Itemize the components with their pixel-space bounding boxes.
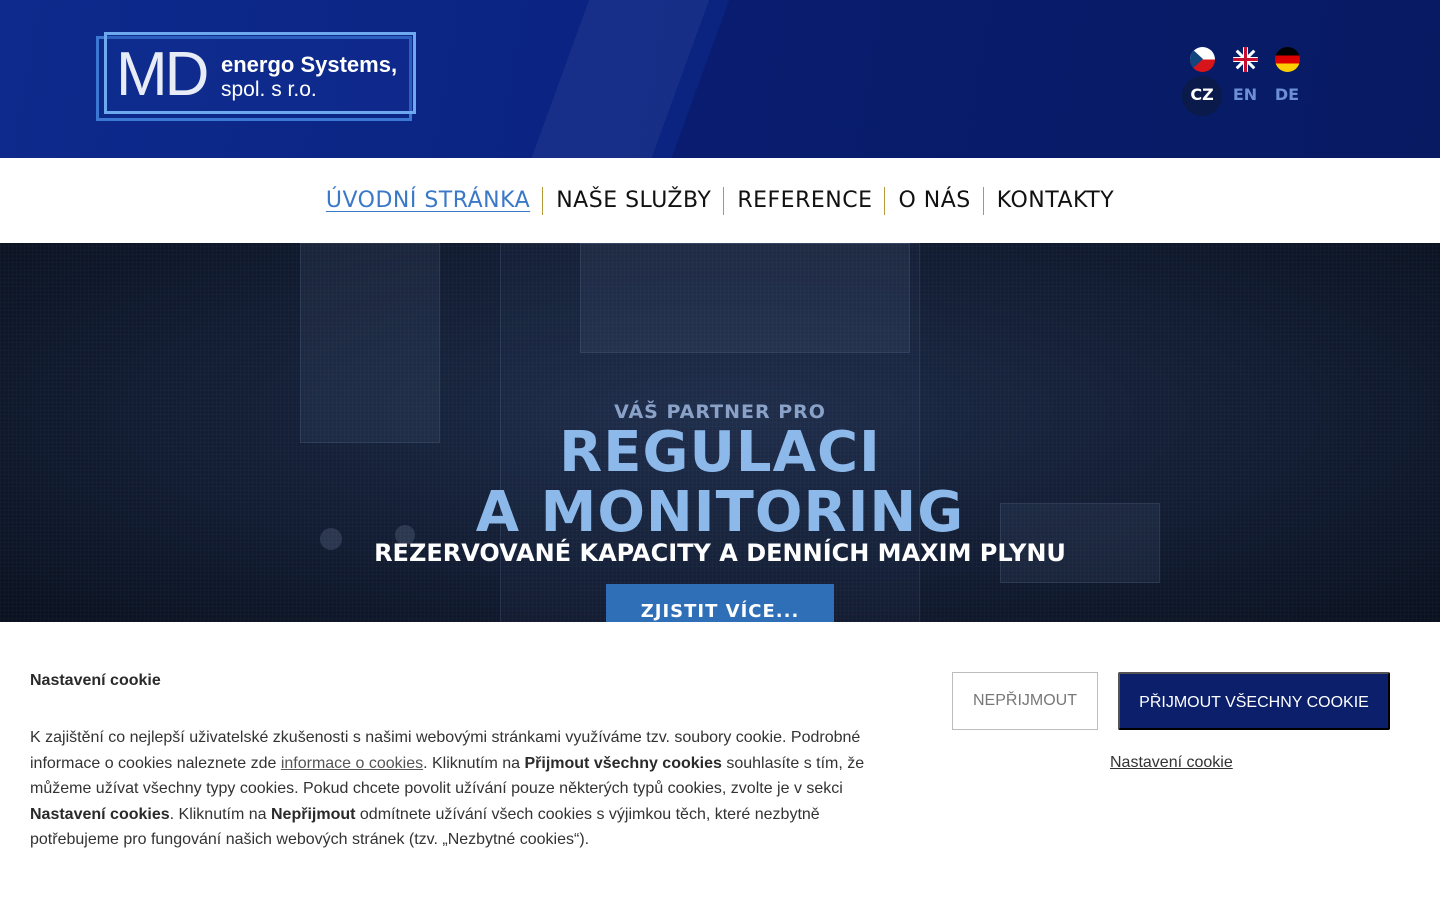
language-en[interactable]: EN <box>1225 44 1265 116</box>
hero-content: VÁŠ PARTNER PRO REGULACI A MONITORING RE… <box>0 243 1440 623</box>
german-flag-icon[interactable] <box>1275 47 1300 72</box>
cookie-info-link[interactable]: informace o cookies <box>281 755 423 772</box>
hero-banner: VÁŠ PARTNER PRO REGULACI A MONITORING RE… <box>0 243 1440 623</box>
header-decor-stripe <box>663 0 1440 158</box>
cookie-text-bold: Přijmout všechny cookies <box>524 754 722 772</box>
language-code-cz[interactable]: CZ <box>1182 76 1222 116</box>
logo-line2: spol. s r.o. <box>221 78 317 101</box>
company-logo[interactable]: MD energo Systems, spol. s r.o. <box>96 32 416 121</box>
uk-flag-icon[interactable] <box>1233 47 1258 72</box>
nav-item-references[interactable]: REFERENCE <box>723 187 885 215</box>
cookie-title: Nastavení cookie <box>30 672 161 689</box>
nav-item-about[interactable]: O NÁS <box>884 187 983 215</box>
language-code-de[interactable]: DE <box>1267 76 1307 116</box>
language-cz[interactable]: CZ <box>1182 44 1222 116</box>
nav-item-services[interactable]: NAŠE SLUŽBY <box>542 187 724 215</box>
cookie-text-part: . Kliknutím na <box>169 805 271 823</box>
language-de[interactable]: DE <box>1267 44 1307 116</box>
cookie-settings-link[interactable]: Nastavení cookie <box>1110 754 1233 772</box>
learn-more-button[interactable]: ZJISTIT VÍCE... <box>606 584 834 623</box>
reject-cookies-button[interactable]: NEPŘIJMOUT <box>952 672 1098 730</box>
logo-mark: MD <box>116 40 209 109</box>
czech-flag-icon[interactable] <box>1190 47 1215 72</box>
cookie-text-part: . Kliknutím na <box>423 754 525 772</box>
cookie-description: K zajištění co nejlepší uživatelské zkuš… <box>30 725 890 853</box>
cookie-text-bold: Nepřijmout <box>271 805 356 823</box>
language-code-en[interactable]: EN <box>1225 76 1265 116</box>
language-switcher: CZ EN DE <box>1182 44 1306 116</box>
cookie-text-bold: Nastavení cookies <box>30 805 170 823</box>
main-navigation: ÚVODNÍ STRÁNKA NAŠE SLUŽBY REFERENCE O N… <box>0 158 1440 243</box>
cookie-consent-bar: Nastavení cookie K zajištění co nejlepší… <box>0 622 1440 900</box>
hero-caption: REZERVOVANÉ KAPACITY A DENNÍCH MAXIM PLY… <box>374 539 1066 567</box>
logo-line1: energo Systems, <box>221 52 398 77</box>
nav-item-contacts[interactable]: KONTAKTY <box>982 187 1127 215</box>
hero-headline-line2: A MONITORING <box>475 480 965 545</box>
site-header: MD energo Systems, spol. s r.o. CZ EN DE <box>0 0 1440 158</box>
accept-all-cookies-button[interactable]: PŘIJMOUT VŠECHNY COOKIE <box>1118 672 1390 730</box>
nav-item-home[interactable]: ÚVODNÍ STRÁNKA <box>313 188 543 213</box>
hero-headline-line1: REGULACI <box>559 420 881 485</box>
